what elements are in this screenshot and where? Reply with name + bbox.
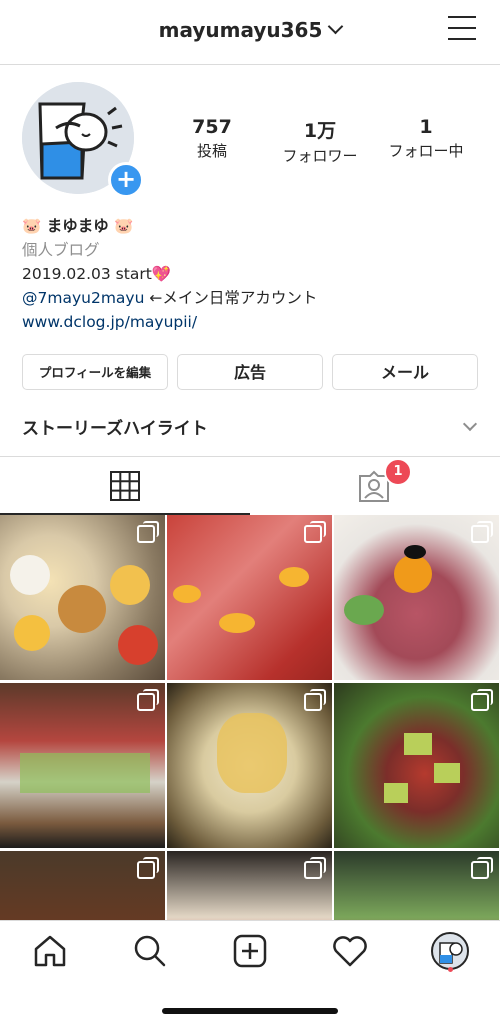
stat-label: 投稿	[196, 142, 227, 160]
tagged-notification-badge: 1	[384, 458, 412, 486]
multiple-photos-icon	[471, 689, 493, 711]
stat-label: フォロー中	[388, 142, 464, 160]
tab-grid[interactable]	[0, 457, 250, 515]
mention-link[interactable]: @7mayu2mayu	[22, 289, 144, 307]
multiple-photos-icon	[471, 857, 493, 879]
bio-text-suffix: ←メイン日常アカウント	[144, 289, 318, 307]
following-count[interactable]: 1 フォロー中	[378, 116, 474, 161]
posts-count[interactable]: 757 投稿	[182, 116, 242, 161]
username-title: mayumayu365	[158, 18, 323, 42]
grid-photo[interactable]	[334, 683, 499, 848]
bio-text: 2019.02.03 start💖	[22, 265, 172, 283]
username-switcher[interactable]: mayumayu365	[0, 18, 500, 42]
home-indicator[interactable]	[162, 1008, 338, 1014]
multiple-photos-icon	[137, 857, 159, 879]
grid-photo[interactable]	[334, 515, 499, 680]
website-link[interactable]: www.dclog.jp/mayupii/	[22, 310, 482, 334]
photo-grid	[0, 515, 500, 920]
tab-tagged[interactable]	[250, 457, 500, 515]
multiple-photos-icon	[471, 521, 493, 543]
grid-photo[interactable]	[167, 851, 332, 920]
hamburger-menu-icon[interactable]	[448, 16, 476, 40]
grid-photo[interactable]	[0, 515, 165, 680]
grid-icon	[110, 471, 140, 501]
email-button[interactable]: メール	[332, 354, 478, 390]
top-bar: mayumayu365	[0, 0, 500, 65]
chevron-down-icon	[328, 18, 344, 35]
add-story-icon[interactable]: +	[108, 162, 144, 198]
home-icon[interactable]	[30, 931, 70, 971]
stat-number: 1	[419, 116, 433, 138]
heart-icon[interactable]	[330, 931, 370, 971]
multiple-photos-icon	[304, 521, 326, 543]
activity-dot	[448, 967, 453, 972]
stat-number: 757	[192, 116, 232, 138]
search-icon[interactable]	[130, 931, 170, 971]
edit-profile-button[interactable]: プロフィールを編集	[22, 354, 168, 390]
story-highlights-toggle[interactable]: ストーリーズハイライト	[22, 414, 208, 439]
stat-number: 1万	[303, 120, 337, 142]
profile-avatar-icon[interactable]	[430, 931, 470, 971]
followers-count[interactable]: 1万 フォロワー	[270, 116, 370, 166]
add-post-icon[interactable]	[230, 931, 270, 971]
multiple-photos-icon	[137, 689, 159, 711]
multiple-photos-icon	[304, 857, 326, 879]
grid-photo[interactable]	[167, 515, 332, 680]
multiple-photos-icon	[137, 521, 159, 543]
ads-button[interactable]: 広告	[177, 354, 323, 390]
grid-photo[interactable]	[334, 851, 499, 920]
category-label: 個人ブログ	[22, 241, 100, 259]
display-name: 🐷 まゆまゆ 🐷	[22, 217, 134, 235]
chevron-down-icon[interactable]	[462, 416, 478, 432]
stat-label: フォロワー	[282, 147, 358, 165]
profile-bio: 🐷 まゆまゆ 🐷 個人ブログ 2019.02.03 start💖 @7mayu2…	[22, 214, 482, 334]
grid-photo[interactable]	[0, 851, 165, 920]
grid-photo[interactable]	[0, 683, 165, 848]
multiple-photos-icon	[304, 689, 326, 711]
grid-photo[interactable]	[167, 683, 332, 848]
profile-tabs	[0, 456, 500, 515]
